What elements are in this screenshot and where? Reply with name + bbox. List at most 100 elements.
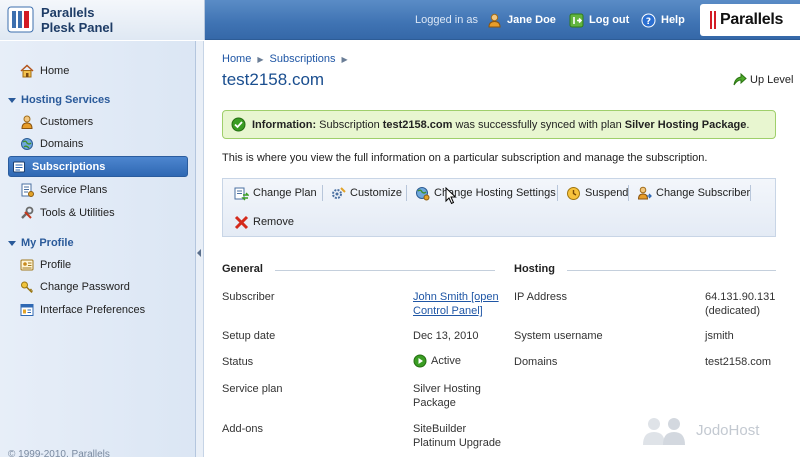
success-check-icon: [231, 117, 246, 132]
product-logo[interactable]: Parallels Plesk Panel: [0, 0, 205, 40]
sidebar-item-change-password[interactable]: Change Password: [8, 277, 130, 297]
user-link[interactable]: Jane Doe: [487, 0, 556, 40]
sidebar-item-label: Change Password: [40, 281, 130, 293]
info-message: Information: Subscription test2158.com w…: [222, 110, 776, 139]
change-hosting-settings-button[interactable]: Change Hosting Settings: [415, 182, 556, 204]
customize-icon: [332, 186, 346, 199]
subscriber-line-1: John Smith [open: [413, 291, 499, 303]
logout-link[interactable]: Log out: [569, 0, 629, 40]
breadcrumb: Home ▶ Subscriptions ▶: [222, 53, 354, 65]
ip-address-note: (dedicated): [705, 305, 761, 317]
top-bar: Parallels Plesk Panel Logged in as Jane …: [0, 0, 800, 40]
up-level-link[interactable]: Up Level: [732, 72, 793, 87]
breadcrumb-home[interactable]: Home: [222, 53, 251, 65]
system-username-value: jsmith: [705, 330, 734, 342]
product-line-1: Parallels: [41, 5, 95, 20]
sidebar-item-subscriptions[interactable]: Subscriptions: [8, 156, 188, 177]
remove-icon: [234, 215, 249, 229]
up-level-label: Up Level: [750, 73, 794, 86]
watermark-text: JodoHost: [696, 421, 760, 439]
customers-icon: [21, 115, 33, 129]
service-plan-label: Service plan: [222, 383, 283, 395]
suspend-label: Suspend: [585, 187, 629, 199]
sidebar-item-profile[interactable]: Profile: [8, 255, 71, 275]
info-text-1: Subscription: [319, 118, 380, 131]
change-subscriber-button[interactable]: Change Subscriber: [637, 182, 750, 204]
subscriber-link[interactable]: John Smith [open Control Panel]: [413, 290, 499, 318]
logged-in-label: Logged in as: [415, 14, 478, 26]
logout-label: Log out: [589, 14, 630, 26]
breadcrumb-separator-icon: ▶: [257, 54, 264, 64]
sidebar-item-label: Home: [40, 65, 70, 77]
section-divider: [567, 270, 776, 271]
addons-label: Add-ons: [222, 423, 263, 435]
tools-icon: [21, 206, 34, 219]
sidebar-item-label: Service Plans: [40, 184, 108, 196]
suspend-icon: [567, 186, 580, 200]
suspend-button[interactable]: Suspend: [566, 182, 628, 204]
addons-line-2: Platinum Upgrade: [413, 437, 502, 449]
sidebar: Home Hosting Services Customers Domains …: [0, 41, 196, 457]
toolbar-divider: [322, 185, 323, 201]
toolbar-divider: [628, 185, 629, 201]
logout-icon: [569, 13, 584, 27]
page-description: This is where you view the full informat…: [222, 152, 708, 164]
customize-button[interactable]: Customize: [331, 182, 402, 204]
remove-button[interactable]: Remove: [234, 211, 294, 233]
jodohost-watermark: JodoHost: [640, 413, 759, 447]
collapse-arrow-icon: [8, 240, 16, 246]
user-name: Jane Doe: [507, 14, 556, 26]
domains-icon: [21, 138, 33, 150]
sidebar-item-interface-preferences[interactable]: Interface Preferences: [8, 300, 145, 320]
sidebar-item-domains[interactable]: Domains: [8, 134, 83, 154]
change-plan-button[interactable]: Change Plan: [234, 182, 317, 204]
sidebar-item-tools-utilities[interactable]: Tools & Utilities: [8, 203, 115, 223]
people-watermark-icon: [643, 418, 685, 445]
info-label: Information:: [252, 118, 317, 131]
service-plan-line-2: Package: [413, 397, 456, 409]
chevron-left-icon: [197, 249, 201, 257]
sidebar-item-label: Domains: [40, 138, 84, 150]
sidebar-item-customers[interactable]: Customers: [8, 112, 93, 132]
change-plan-label: Change Plan: [253, 187, 317, 199]
copyright: © 1999-2010, Parallels: [8, 449, 110, 457]
setup-date-value: Dec 13, 2010: [413, 330, 479, 342]
toolbar-divider: [557, 185, 558, 201]
mouse-cursor-icon: [445, 187, 457, 205]
subscriber-line-2: Control Panel]: [413, 305, 483, 317]
info-domain: test2158.com: [382, 118, 453, 131]
subscriptions-icon: [13, 161, 25, 172]
up-level-arrow-icon: [733, 72, 747, 86]
sidebar-item-label: Subscriptions: [32, 160, 106, 173]
domains-label: Domains: [514, 356, 558, 368]
sidebar-group-hosting-services[interactable]: Hosting Services: [8, 94, 110, 106]
section-divider: [275, 270, 495, 271]
sidebar-group-my-profile[interactable]: My Profile: [8, 237, 74, 249]
parallels-brand[interactable]: Parallels: [700, 4, 800, 36]
general-section-title: General: [222, 263, 263, 275]
sidebar-item-service-plans[interactable]: Service Plans: [8, 180, 107, 200]
profile-icon: [20, 259, 34, 271]
subscriber-label: Subscriber: [222, 291, 275, 303]
collapse-arrow-icon: [8, 97, 16, 103]
status-value: Active: [413, 354, 461, 368]
status-text: Active: [431, 355, 461, 367]
sidebar-item-home[interactable]: Home: [8, 61, 69, 81]
remove-label: Remove: [253, 216, 294, 228]
service-plan-value: Silver Hosting Package: [413, 382, 481, 410]
sidebar-item-label: Profile: [40, 259, 72, 271]
help-link[interactable]: ? Help: [641, 0, 685, 40]
sidebar-collapse-handle[interactable]: [196, 41, 204, 457]
breadcrumb-subscriptions[interactable]: Subscriptions: [270, 53, 336, 65]
customize-label: Customize: [350, 187, 402, 199]
parallels-bars-icon: [710, 11, 716, 29]
subscription-toolbar: Change Plan Customize Change Hosting Set…: [222, 178, 776, 237]
status-label: Status: [222, 356, 254, 368]
hosting-settings-icon: [416, 186, 430, 200]
addons-value: SiteBuilder Platinum Upgrade: [413, 422, 501, 450]
change-plan-icon: [234, 187, 249, 200]
info-text-2: was successfully synced with plan: [455, 118, 622, 131]
ip-address-value: 64.131.90.131 (dedicated): [705, 290, 775, 318]
product-name: Parallels Plesk Panel: [41, 5, 113, 35]
change-subscriber-icon: [637, 186, 652, 199]
